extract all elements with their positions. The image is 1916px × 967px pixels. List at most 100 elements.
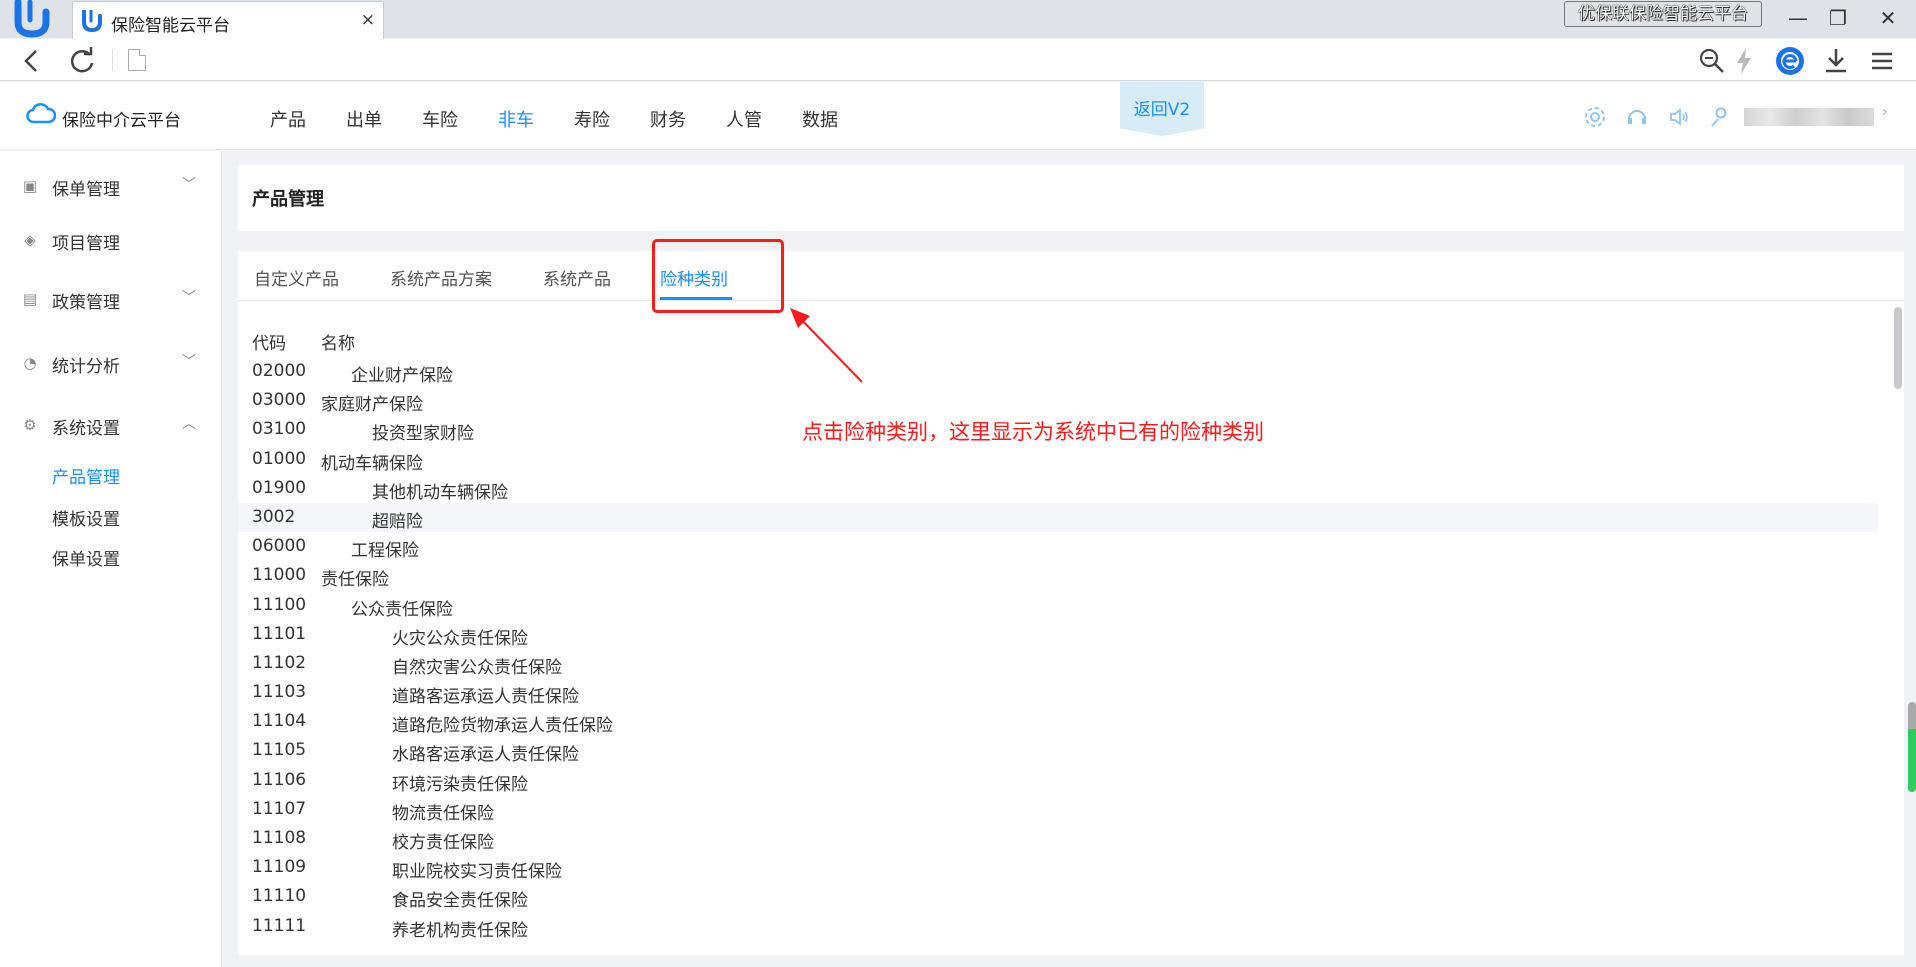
browser-tab[interactable]: 保险智能云平台 × (72, 1, 384, 39)
zoom-icon[interactable] (1696, 45, 1728, 77)
table-row[interactable]: 11110 食品安全责任保险 (238, 882, 1878, 911)
speaker-icon[interactable] (1666, 104, 1692, 130)
nav-data[interactable]: 数据 (802, 106, 838, 132)
app-header: 保险中介云平台 产品 出单 车险 非车 寿险 财务 人管 数据 返回V2 › (0, 82, 1916, 150)
side-progress-indicator (1908, 702, 1916, 792)
row-code: 06000 (252, 536, 307, 557)
tab-logo-icon (82, 10, 102, 32)
tab-bar: 自定义产品 系统产品方案 系统产品 险种类别 (238, 239, 1904, 313)
table-row[interactable]: 11102 自然灾害公众责任保险 (238, 649, 1878, 678)
table-row[interactable]: 11103 道路客运承运人责任保险 (238, 678, 1878, 707)
headset-icon[interactable] (1624, 104, 1650, 130)
row-name: 投资型家财险 (372, 424, 474, 445)
table-row[interactable]: 01900 其他机动车辆保险 (238, 474, 1878, 503)
table-row[interactable]: 11109 职业院校实习责任保险 (238, 853, 1878, 882)
table-row[interactable]: 11105 水路客运承运人责任保险 (238, 736, 1878, 765)
browser-engine-icon[interactable] (1774, 45, 1806, 77)
row-code: 03000 (252, 390, 307, 411)
chevron-down-icon: ﹀ (182, 290, 196, 306)
nav-life[interactable]: 寿险 (574, 106, 610, 132)
menu-icon[interactable] (1866, 45, 1898, 77)
table-row[interactable]: 11106 环境污染责任保险 (238, 766, 1878, 795)
table-row[interactable]: 11104 道路危险货物承运人责任保险 (238, 707, 1878, 736)
row-name: 物流责任保险 (392, 803, 494, 824)
main-content: 自定义产品 系统产品方案 系统产品 险种类别 代码 名称 02000 企业财产保险… (238, 239, 1904, 955)
page-icon (128, 49, 146, 71)
row-name: 家庭财产保险 (321, 395, 423, 416)
sidebar-item-system-settings[interactable]: ⚙ 系统设置 ︿ (0, 405, 222, 445)
page-title: 产品管理 (252, 189, 324, 210)
tab-system-product-plan[interactable]: 系统产品方案 (390, 265, 492, 290)
table-row[interactable]: 02000 企业财产保险 (238, 357, 1878, 386)
refresh-icon[interactable] (66, 45, 98, 77)
row-name: 机动车辆保险 (321, 453, 423, 474)
table-row[interactable]: 03000 家庭财产保险 (238, 386, 1878, 415)
row-name: 校方责任保险 (392, 833, 494, 853)
row-name: 其他机动车辆保险 (372, 482, 508, 503)
sidebar-item-label: 保单管理 (52, 180, 120, 200)
sidebar-sub-policy-settings[interactable]: 保单设置 (52, 545, 120, 570)
sidebar: ▣ 保单管理 ﹀ ◈ 项目管理 ▤ 政策管理 ﹀ ◔ 统计分析 ﹀ ⚙ 系统设置… (0, 151, 222, 967)
nav-hr[interactable]: 人管 (726, 106, 762, 132)
row-code: 11104 (252, 711, 307, 732)
id-card-icon: ▤ (22, 290, 38, 308)
table-row[interactable]: 11100 公众责任保险 (238, 591, 1878, 620)
user-caret-icon[interactable]: › (1882, 104, 1888, 120)
row-name: 超赔险 (372, 511, 423, 532)
sidebar-item-label: 统计分析 (52, 357, 120, 377)
table-row[interactable]: 11000 责任保险 (238, 561, 1878, 590)
tab-custom-product[interactable]: 自定义产品 (254, 265, 339, 290)
table-row[interactable]: 3002 超赔险 (238, 502, 1878, 533)
back-icon[interactable] (16, 45, 48, 77)
chevron-down-icon: ﹀ (182, 354, 196, 370)
nav-auto[interactable]: 车险 (422, 106, 458, 132)
annotation-note: 点击险种类别，这里显示为系统中已有的险种类别 (802, 420, 1264, 444)
title-badge: 优保联保险智能云平台 (1564, 1, 1762, 27)
nav-non-auto[interactable]: 非车 (498, 106, 534, 132)
tab-system-product[interactable]: 系统产品 (543, 265, 611, 290)
page-header: 产品管理 (238, 165, 1904, 231)
nav-finance[interactable]: 财务 (650, 106, 686, 132)
sidebar-item-project[interactable]: ◈ 项目管理 (0, 220, 222, 260)
browser-logo-icon[interactable] (14, 0, 52, 38)
tab-title: 保险智能云平台 (111, 16, 230, 36)
row-name: 水路客运承运人责任保险 (392, 745, 579, 766)
row-code: 11103 (252, 682, 307, 703)
sidebar-item-policy[interactable]: ▣ 保单管理 ﹀ (0, 166, 222, 206)
sidebar-item-label: 系统设置 (52, 419, 120, 439)
user-icon[interactable] (1706, 104, 1732, 130)
maximize-icon[interactable]: ❐ (1818, 4, 1858, 32)
nav-issue[interactable]: 出单 (346, 106, 382, 132)
annotation-arrow-icon (790, 308, 863, 383)
row-code: 11102 (252, 652, 307, 673)
back-v2-button[interactable]: 返回V2 (1120, 82, 1204, 136)
table-row[interactable]: 11111 养老机构责任保险 (238, 912, 1878, 941)
user-name-blurred[interactable] (1744, 108, 1874, 126)
table-row[interactable]: 11101 火灾公众责任保险 (238, 620, 1878, 649)
lightning-icon[interactable] (1728, 45, 1760, 77)
row-code: 11108 (252, 828, 307, 848)
settings-icon[interactable] (1582, 104, 1608, 130)
sidebar-sub-template-settings[interactable]: 模板设置 (52, 505, 120, 530)
row-name: 职业院校实习责任保险 (392, 862, 562, 883)
sidebar-sub-product-management[interactable]: 产品管理 (52, 463, 120, 488)
scrollbar-thumb[interactable] (1894, 307, 1902, 389)
chevron-up-icon: ︿ (182, 416, 196, 432)
tab-close-icon[interactable]: × (361, 10, 375, 30)
table-row[interactable]: 11108 校方责任保险 (238, 824, 1878, 853)
row-code: 01900 (252, 477, 307, 498)
row-name: 道路危险货物承运人责任保险 (392, 716, 613, 737)
minimize-icon[interactable]: — (1778, 4, 1818, 32)
close-window-icon[interactable]: ✕ (1868, 4, 1908, 32)
sidebar-item-policy-rules[interactable]: ▤ 政策管理 ﹀ (0, 279, 222, 319)
pie-chart-icon: ◔ (23, 354, 37, 372)
nav-product[interactable]: 产品 (270, 106, 306, 132)
table-row[interactable]: 01000 机动车辆保险 (238, 445, 1878, 474)
download-icon[interactable] (1820, 45, 1852, 77)
table-row[interactable]: 06000 工程保险 (238, 532, 1878, 561)
browser-titlebar: 保险智能云平台 × 优保联保险智能云平台 — ❐ ✕ (0, 0, 1916, 39)
sidebar-item-stats[interactable]: ◔ 统计分析 ﹀ (0, 343, 222, 383)
table-row[interactable]: 11107 物流责任保险 (238, 795, 1878, 824)
row-code: 11101 (252, 623, 307, 644)
row-code: 3002 (252, 506, 296, 527)
